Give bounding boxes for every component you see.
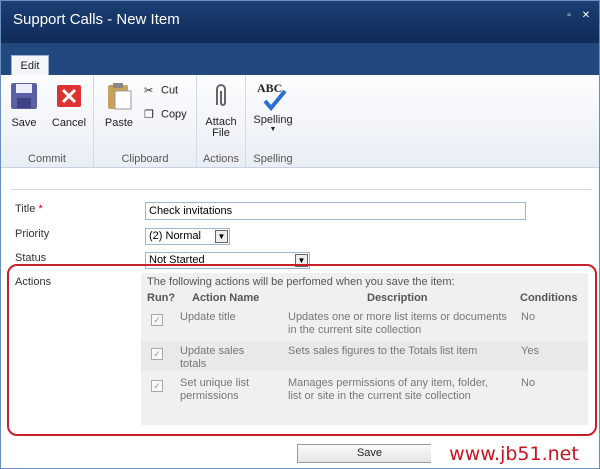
- scissors-icon: ✂: [144, 85, 154, 97]
- save-label: Save: [11, 117, 37, 129]
- highlight-frame: [7, 264, 597, 436]
- paperclip-icon: [216, 84, 226, 106]
- group-label-clipboard: Clipboard: [121, 153, 169, 165]
- paste-icon: [108, 83, 132, 110]
- title-input[interactable]: Check invitations: [145, 202, 526, 220]
- spelling-icon: ABC: [257, 81, 289, 111]
- copy-button[interactable]: ❐ Copy: [144, 108, 187, 121]
- cancel-button[interactable]: Cancel: [49, 81, 89, 129]
- status-field-label: Status: [15, 252, 47, 264]
- chevron-down-icon: ▼: [215, 230, 228, 243]
- title-field-label: Title *: [15, 203, 43, 215]
- watermark: www.jb51.net: [431, 441, 597, 467]
- form-save-button[interactable]: Save: [297, 444, 442, 463]
- group-actions: Attach File Actions: [197, 75, 246, 167]
- paste-button[interactable]: Paste: [102, 81, 136, 129]
- group-commit: Save Cancel Commit: [1, 75, 94, 167]
- title-bar: Support Calls - New Item ▫ ✕: [1, 1, 599, 43]
- dialog-title: Support Calls - New Item: [13, 11, 180, 28]
- cancel-label: Cancel: [51, 117, 87, 129]
- attach-file-button[interactable]: Attach File: [203, 81, 239, 139]
- copy-label: Copy: [161, 108, 187, 121]
- dropdown-arrow-icon: ▼: [269, 126, 277, 133]
- cut-label: Cut: [161, 84, 179, 97]
- group-label-commit: Commit: [28, 153, 66, 165]
- required-marker: *: [38, 203, 43, 215]
- save-button[interactable]: Save: [7, 81, 41, 129]
- maximize-icon[interactable]: ▫: [564, 11, 574, 21]
- paste-label: Paste: [104, 117, 134, 129]
- spelling-label: Spelling: [253, 114, 293, 126]
- spelling-button[interactable]: ABC Spelling ▼: [250, 81, 296, 133]
- tab-edit[interactable]: Edit: [11, 55, 49, 76]
- close-icon[interactable]: ✕: [581, 11, 591, 21]
- attach-label-file: File: [212, 127, 230, 139]
- group-spelling: ABC Spelling ▼ Spelling: [246, 75, 300, 167]
- priority-select[interactable]: (2) Normal ▼: [145, 228, 230, 245]
- priority-field-label: Priority: [15, 228, 50, 240]
- cancel-icon: [57, 85, 81, 107]
- ribbon: Save Cancel Commit Paste ✂ Cut ❐ Copy Cl…: [1, 75, 599, 168]
- copy-icon: ❐: [144, 109, 154, 121]
- item-form: Title * Check invitations Priority (2) N…: [1, 167, 599, 468]
- divider: [11, 189, 591, 190]
- dialog-window: Support Calls - New Item ▫ ✕ Edit Save C…: [0, 0, 600, 469]
- ribbon-tab-strip: Edit: [1, 43, 599, 76]
- group-label-actions: Actions: [202, 153, 240, 165]
- group-clipboard: Paste ✂ Cut ❐ Copy Clipboard: [94, 75, 197, 167]
- cut-button[interactable]: ✂ Cut: [144, 84, 178, 97]
- group-label-spelling: Spelling: [253, 153, 293, 165]
- save-icon: [11, 83, 37, 109]
